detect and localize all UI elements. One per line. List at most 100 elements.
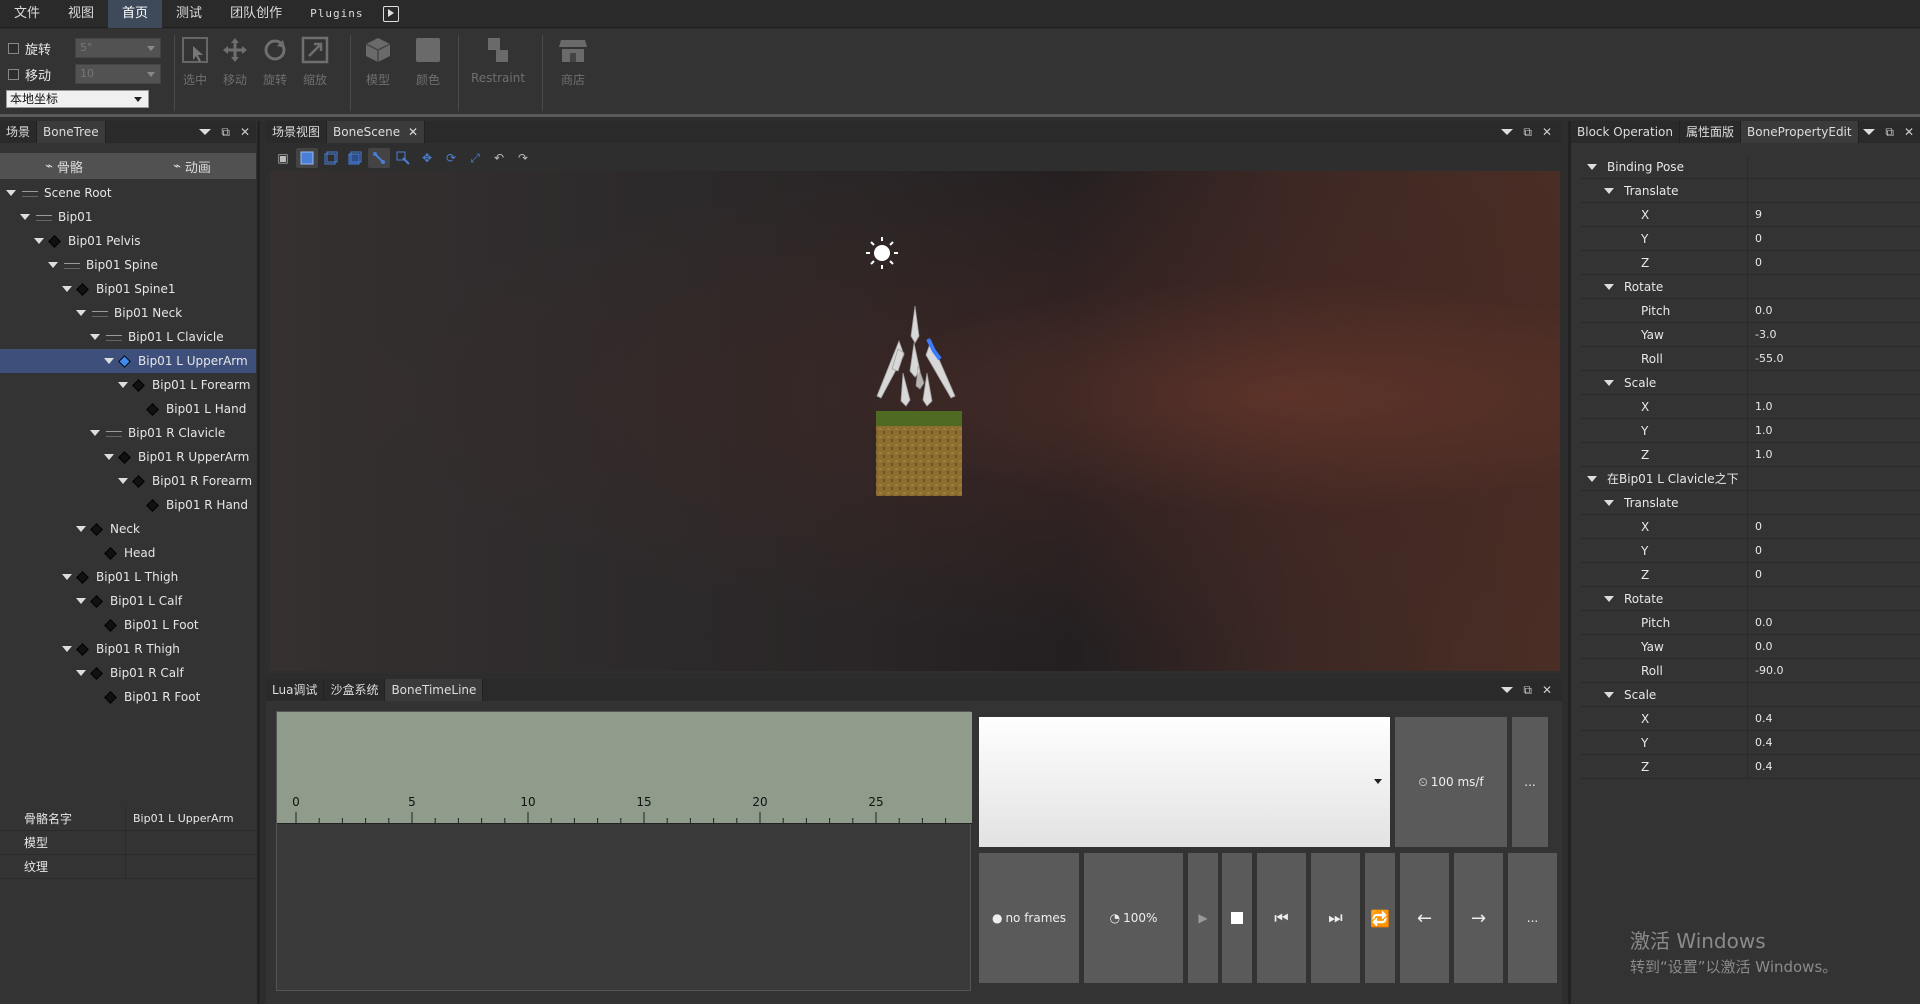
move-gizmo-icon[interactable]: ✥ <box>416 148 438 168</box>
expand-arrow-icon[interactable] <box>76 596 86 606</box>
expand-arrow-icon[interactable] <box>62 284 72 294</box>
expand-arrow-icon[interactable] <box>1604 691 1614 698</box>
menu-plugins[interactable]: Plugins <box>296 0 377 28</box>
expand-arrow-icon[interactable] <box>90 332 100 342</box>
view-wire-icon[interactable] <box>320 148 342 168</box>
tab-bone-timeline[interactable]: BoneTimeLine <box>385 679 484 701</box>
property-value[interactable]: 0 <box>1748 539 1920 562</box>
property-value[interactable]: 0.0 <box>1748 299 1920 322</box>
redo-icon[interactable]: ↷ <box>512 148 534 168</box>
close-tab-icon[interactable]: ✕ <box>408 125 418 139</box>
property-value[interactable]: 1.0 <box>1748 443 1920 466</box>
skeleton-bones[interactable] <box>876 305 956 407</box>
tree-node[interactable]: Bip01 L Foot <box>0 613 256 637</box>
property-value[interactable]: -55.0 <box>1748 347 1920 370</box>
expand-arrow-icon[interactable] <box>118 476 128 486</box>
expand-arrow-icon[interactable] <box>104 356 114 366</box>
last-frame-button[interactable]: ⏭ <box>1311 853 1360 983</box>
expand-arrow-icon[interactable] <box>1604 379 1614 386</box>
tab-lua-debug[interactable]: Lua调试 <box>266 679 325 701</box>
property-key[interactable]: Scale <box>1581 371 1748 394</box>
tab-scene-view[interactable]: 场景视图 <box>266 121 328 143</box>
tree-node[interactable]: Head <box>0 541 256 565</box>
undo-icon[interactable]: ↶ <box>488 148 510 168</box>
float-icon[interactable]: ⧉ <box>221 125 230 140</box>
property-value[interactable]: 0.4 <box>1748 755 1920 778</box>
tab-animation[interactable]: ⌁ 动画 <box>128 153 256 179</box>
rotate-snap-dropdown[interactable]: 5° <box>75 38 161 58</box>
float-icon[interactable]: ⧉ <box>1885 125 1894 140</box>
property-value[interactable]: 0.4 <box>1748 731 1920 754</box>
tab-sandbox[interactable]: 沙盒系统 <box>324 679 386 701</box>
tree-node[interactable]: Bip01 L Hand <box>0 397 256 421</box>
next-frame-button[interactable]: → <box>1454 853 1503 983</box>
tree-node[interactable]: Bip01 L Thigh <box>0 565 256 589</box>
expand-arrow-icon[interactable] <box>20 212 30 222</box>
tree-node[interactable]: Bip01 Pelvis <box>0 229 256 253</box>
expand-arrow-icon[interactable] <box>1604 283 1614 290</box>
tab-scene[interactable]: 场景 <box>0 121 38 143</box>
prev-frame-button[interactable]: ← <box>1400 853 1449 983</box>
play-button[interactable]: ▶ <box>1188 853 1218 983</box>
first-frame-button[interactable]: ⏮ <box>1257 853 1306 983</box>
property-value[interactable]: 0 <box>1748 227 1920 250</box>
rotate-snap-checkbox[interactable] <box>8 42 19 54</box>
3d-viewport[interactable] <box>270 171 1560 671</box>
close-icon[interactable]: ✕ <box>1904 125 1914 139</box>
tree-node[interactable]: Bip01 R UpperArm <box>0 445 256 469</box>
panel-menu-icon[interactable] <box>1501 687 1514 693</box>
scale-gizmo-icon[interactable]: ⤢ <box>464 148 486 168</box>
expand-arrow-icon[interactable] <box>104 452 114 462</box>
menu-file[interactable]: 文件 <box>0 0 54 28</box>
float-icon[interactable]: ⧉ <box>1523 683 1532 698</box>
tree-node[interactable]: Bip01 R Calf <box>0 661 256 685</box>
property-value[interactable]: 0 <box>1748 251 1920 274</box>
menu-home[interactable]: 首页 <box>108 0 163 28</box>
tree-node[interactable]: Scene Root <box>0 181 256 205</box>
tree-node[interactable]: Bip01 L UpperArm <box>0 349 256 373</box>
panel-menu-icon[interactable] <box>1863 129 1876 135</box>
property-key[interactable]: 在Bip01 L Clavicle之下 <box>1581 467 1748 490</box>
property-key[interactable]: Scale <box>1581 683 1748 706</box>
property-value[interactable]: -90.0 <box>1748 659 1920 682</box>
expand-arrow-icon[interactable] <box>34 236 44 246</box>
close-icon[interactable]: ✕ <box>1542 125 1552 139</box>
property-key[interactable]: Translate <box>1581 491 1748 514</box>
property-value[interactable]: -3.0 <box>1748 323 1920 346</box>
tree-node[interactable]: Bip01 Neck <box>0 301 256 325</box>
tab-bonetree[interactable]: BoneTree <box>37 121 106 143</box>
animation-select-dropdown[interactable] <box>979 717 1390 847</box>
tab-property-panel[interactable]: 属性面版 <box>1680 121 1742 143</box>
property-value[interactable]: 9 <box>1748 203 1920 226</box>
expand-arrow-icon[interactable] <box>1604 499 1614 506</box>
tree-node[interactable]: Bip01 L Clavicle <box>0 325 256 349</box>
tree-node[interactable]: Bip01 <box>0 205 256 229</box>
tree-node[interactable]: Bip01 R Hand <box>0 493 256 517</box>
model-button[interactable]: 模型 <box>359 35 397 88</box>
expand-arrow-icon[interactable] <box>76 308 86 318</box>
color-button[interactable]: 颜色 <box>409 35 447 88</box>
panel-menu-icon[interactable] <box>1501 129 1514 135</box>
prop-value[interactable]: Bip01 L UpperArm <box>126 807 256 830</box>
save-icon[interactable]: ▣ <box>272 148 294 168</box>
tree-node[interactable]: Bip01 R Foot <box>0 685 256 709</box>
property-value[interactable]: 0.0 <box>1748 611 1920 634</box>
property-value[interactable]: 0 <box>1748 515 1920 538</box>
tree-node[interactable]: Bip01 L Forearm <box>0 373 256 397</box>
menu-team[interactable]: 团队创作 <box>216 0 296 28</box>
store-button[interactable]: 商店 <box>554 35 592 88</box>
property-value[interactable]: 0.4 <box>1748 707 1920 730</box>
frames-button[interactable]: ● no frames <box>979 853 1079 983</box>
expand-arrow-icon[interactable] <box>76 524 86 534</box>
expand-arrow-icon[interactable] <box>1587 475 1597 482</box>
more-options-button[interactable]: ... <box>1512 717 1548 847</box>
play-icon[interactable] <box>383 5 400 22</box>
panel-menu-icon[interactable] <box>199 129 212 135</box>
tab-bonescene[interactable]: BoneScene ✕ <box>327 121 426 143</box>
prop-value[interactable] <box>126 831 256 854</box>
stop-button[interactable] <box>1222 853 1252 983</box>
light-sun-icon[interactable] <box>866 237 898 269</box>
float-icon[interactable]: ⧉ <box>1523 125 1532 140</box>
expand-arrow-icon[interactable] <box>48 260 58 270</box>
tree-node[interactable]: Bip01 Spine1 <box>0 277 256 301</box>
